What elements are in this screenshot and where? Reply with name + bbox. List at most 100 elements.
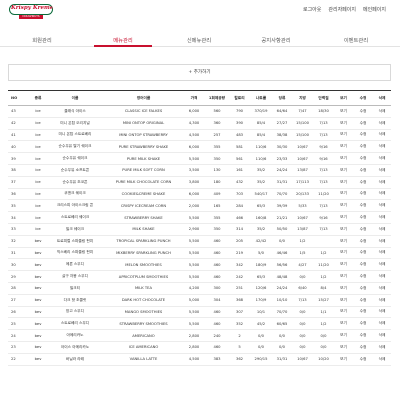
cell-serving: 180 (205, 176, 229, 189)
edit-button[interactable]: 수정 (353, 152, 373, 165)
nav-member-management[interactable]: 회원관리 (32, 36, 52, 44)
view-button[interactable]: 보기 (334, 211, 353, 224)
cell-protein: 11/20 (313, 188, 334, 201)
delete-button[interactable]: 삭제 (373, 235, 391, 248)
cell-fat: 0/0 (292, 329, 313, 342)
edit-button[interactable]: 수정 (353, 235, 373, 248)
table-row: 27 bev 다크 핫 초콜릿 DARK HOT CHOCOLATE 5,000 304 3… (8, 294, 391, 307)
cell-price: 2,000 (183, 199, 205, 213)
nav-new-menu-management[interactable]: 신메뉴관리 (187, 36, 211, 44)
view-button[interactable]: 보기 (334, 140, 353, 154)
edit-button[interactable]: 수정 (353, 211, 373, 224)
edit-button[interactable]: 수정 (353, 341, 373, 354)
logout-link[interactable]: 로그아웃 (303, 6, 321, 13)
view-button[interactable]: 보기 (334, 341, 353, 354)
delete-button[interactable]: 삭제 (373, 341, 391, 354)
delete-button[interactable]: 삭제 (373, 211, 391, 224)
delete-button[interactable]: 삭제 (373, 270, 391, 283)
cell-english-name: MANGO SMOOTHIES (104, 306, 183, 319)
view-button[interactable]: 보기 (334, 105, 353, 118)
delete-button[interactable]: 삭제 (373, 117, 391, 130)
delete-button[interactable]: 삭제 (373, 353, 391, 366)
delete-button[interactable]: 삭제 (373, 140, 391, 154)
cell-serving: 350 (205, 152, 229, 165)
view-button[interactable]: 보기 (334, 317, 353, 331)
view-button[interactable]: 보기 (334, 235, 353, 248)
admin-page-link[interactable]: 관리자페이지 (328, 6, 356, 13)
edit-button[interactable]: 수정 (353, 129, 373, 142)
view-button[interactable]: 보기 (334, 353, 353, 366)
cell-serving: 355 (205, 140, 229, 154)
view-button[interactable]: 보기 (334, 258, 353, 272)
cell-type: ice (30, 223, 46, 236)
view-button[interactable]: 보기 (334, 294, 353, 307)
view-button[interactable]: 보기 (334, 176, 353, 189)
view-button[interactable]: 보기 (334, 329, 353, 342)
delete-button[interactable]: 삭제 (373, 152, 391, 165)
edit-button[interactable]: 수정 (353, 258, 373, 272)
edit-button[interactable]: 수정 (353, 317, 373, 331)
view-button[interactable]: 보기 (334, 247, 353, 260)
delete-button[interactable]: 삭제 (373, 199, 391, 213)
view-button[interactable]: 보기 (334, 117, 353, 130)
edit-button[interactable]: 수정 (353, 270, 373, 283)
delete-button[interactable]: 삭제 (373, 176, 391, 189)
cell-name: 순수우유 쉐이크 (46, 152, 104, 165)
table-row: 32 bev 트로피컬 스파클링 펀치 TROPICAL SPARKLING PUNC… (8, 235, 391, 248)
delete-button[interactable]: 삭제 (373, 282, 391, 295)
add-menu-button[interactable]: + 추가하기 (8, 64, 391, 81)
view-button[interactable]: 보기 (334, 306, 353, 319)
edit-button[interactable]: 수정 (353, 188, 373, 201)
delete-button[interactable]: 삭제 (373, 129, 391, 142)
cell-type: ice (30, 188, 46, 201)
cell-name: 미니 온탑 오리지널 (46, 117, 104, 130)
view-button[interactable]: 보기 (334, 129, 353, 142)
delete-button[interactable]: 삭제 (373, 188, 391, 201)
delete-button[interactable]: 삭제 (373, 105, 391, 118)
edit-button[interactable]: 수정 (353, 294, 373, 307)
cell-protein: 7/13 (313, 117, 334, 130)
edit-button[interactable]: 수정 (353, 329, 373, 342)
delete-button[interactable]: 삭제 (373, 223, 391, 236)
edit-button[interactable]: 수정 (353, 282, 373, 295)
cell-serving: 355 (205, 211, 229, 224)
delete-button[interactable]: 삭제 (373, 329, 391, 342)
view-button[interactable]: 보기 (334, 199, 353, 213)
delete-button[interactable]: 삭제 (373, 294, 391, 307)
view-button[interactable]: 보기 (334, 282, 353, 295)
edit-button[interactable]: 수정 (353, 353, 373, 366)
edit-button[interactable]: 수정 (353, 140, 373, 154)
delete-button[interactable]: 삭제 (373, 164, 391, 177)
cell-protein: 18/30 (313, 105, 334, 118)
nav-menu-management[interactable]: 메뉴관리 (113, 36, 133, 44)
table-row: 33 ice 밀크 쉐이크 MILK SHAKE 2,900 350 314 35/2 50/5… (8, 223, 391, 236)
main-page-link[interactable]: 메인페이지 (363, 6, 386, 13)
edit-button[interactable]: 수정 (353, 199, 373, 213)
delete-button[interactable]: 삭제 (373, 306, 391, 319)
delete-button[interactable]: 삭제 (373, 258, 391, 272)
cell-sodium: 110/6 (250, 152, 272, 165)
edit-button[interactable]: 수정 (353, 223, 373, 236)
view-button[interactable]: 보기 (334, 164, 353, 177)
delete-button[interactable]: 삭제 (373, 317, 391, 331)
view-button[interactable]: 보기 (334, 152, 353, 165)
nav-notice-management[interactable]: 공지사항관리 (261, 36, 290, 44)
nav-event-management[interactable]: 이벤트관리 (344, 36, 368, 44)
view-button[interactable]: 보기 (334, 270, 353, 283)
edit-button[interactable]: 수정 (353, 176, 373, 189)
krispy-kreme-logo[interactable]: Krispy Kreme DOUGHNUTS (9, 4, 53, 20)
cell-english-name: PURE MILK SHAKE (104, 152, 183, 165)
delete-button[interactable]: 삭제 (373, 247, 391, 260)
cell-name: 스트로베리 쉐이크 (46, 211, 104, 224)
edit-button[interactable]: 수정 (353, 164, 373, 177)
cell-calories: 205 (229, 235, 250, 248)
edit-button[interactable]: 수정 (353, 247, 373, 260)
cell-type: ice (30, 105, 46, 118)
edit-button[interactable]: 수정 (353, 105, 373, 118)
view-button[interactable]: 보기 (334, 188, 353, 201)
edit-button[interactable]: 수정 (353, 306, 373, 319)
edit-button[interactable]: 수정 (353, 117, 373, 130)
top-links: 로그아웃 관리자페이지 메인페이지 (303, 6, 386, 13)
view-button[interactable]: 보기 (334, 223, 353, 236)
cell-english-name: MELON SMOOTHIES (104, 258, 183, 272)
